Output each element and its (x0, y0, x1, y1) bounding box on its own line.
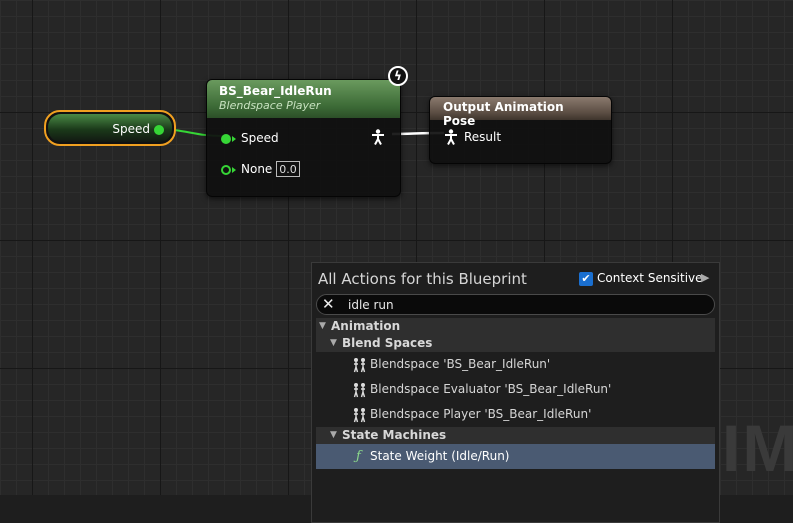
action-search-box[interactable]: ✕ (316, 294, 715, 315)
pose-output-pin-icon[interactable] (371, 129, 385, 145)
list-item[interactable]: Blendspace 'BS_Bear_IdleRun' (316, 352, 715, 377)
context-sensitive-toggle[interactable]: ✔ Context Sensitive ▶ (579, 271, 711, 287)
none-input-label: None (241, 162, 273, 176)
blendspace-icon (353, 358, 366, 373)
speed-variable-body: Speed (48, 114, 172, 142)
chevron-down-icon[interactable]: ▼ (330, 335, 337, 352)
blendspace-node-subtitle: Blendspace Player (219, 99, 321, 112)
list-item-label: Blendspace Player 'BS_Bear_IdleRun' (370, 407, 592, 421)
lightning-icon[interactable]: ϟ (388, 66, 408, 86)
speed-input-label: Speed (241, 131, 279, 145)
checkmark-icon[interactable]: ✔ (579, 272, 593, 286)
blendspace-icon (353, 383, 366, 398)
blendspace-player-node[interactable]: BS_Bear_IdleRun Blendspace Player Speed … (206, 79, 401, 197)
blendspace-icon (353, 408, 366, 423)
function-icon: ƒ (356, 449, 361, 464)
action-search-input[interactable] (348, 296, 688, 313)
speed-variable-node[interactable]: Speed (44, 110, 176, 146)
list-item[interactable]: Blendspace Evaluator 'BS_Bear_IdleRun' (316, 377, 715, 402)
speed-variable-label: Speed (112, 122, 150, 136)
context-sensitive-label: Context Sensitive (597, 271, 703, 285)
output-node-title: Output Animation Pose (430, 97, 611, 128)
result-pose-pin-icon[interactable] (444, 129, 458, 145)
none-input-pin[interactable] (221, 165, 231, 175)
category-state-machines[interactable]: ▼ State Machines (316, 427, 715, 444)
list-item[interactable]: Blendspace Player 'BS_Bear_IdleRun' (316, 402, 715, 427)
category-blend-spaces-label: Blend Spaces (342, 336, 433, 350)
speed-output-pin[interactable] (154, 125, 164, 135)
none-input-arrow-icon (232, 167, 236, 173)
list-item-label: Blendspace 'BS_Bear_IdleRun' (370, 357, 551, 371)
chevron-down-icon[interactable]: ▼ (330, 427, 337, 444)
speed-input-arrow-icon (232, 136, 236, 142)
action-menu-title: All Actions for this Blueprint (318, 270, 527, 288)
chevron-down-icon[interactable]: ▼ (319, 318, 326, 335)
graph-watermark: IMA (722, 411, 793, 485)
list-item-label: State Weight (Idle/Run) (370, 449, 510, 463)
blendspace-node-title: BS_Bear_IdleRun (219, 84, 332, 98)
category-animation-label: Animation (331, 319, 401, 333)
speed-input-pin[interactable] (221, 134, 231, 144)
action-menu[interactable]: All Actions for this Blueprint ✔ Context… (311, 262, 720, 523)
none-value-field[interactable]: 0.0 (276, 161, 300, 177)
result-pin-label: Result (464, 130, 502, 144)
close-icon[interactable]: ✕ (322, 296, 335, 313)
blendspace-node-header: BS_Bear_IdleRun Blendspace Player (207, 80, 400, 118)
list-item-label: Blendspace Evaluator 'BS_Bear_IdleRun' (370, 382, 612, 396)
action-tree[interactable]: ▼ Animation ▼ Blend Spaces Blendspace 'B… (316, 318, 715, 522)
list-item-selected[interactable]: ƒ State Weight (Idle/Run) (316, 444, 715, 469)
category-state-machines-label: State Machines (342, 428, 447, 442)
category-blend-spaces[interactable]: ▼ Blend Spaces (316, 335, 715, 352)
chevron-right-icon[interactable]: ▶ (701, 271, 709, 284)
output-animation-pose-node[interactable]: Output Animation Pose Result (429, 96, 612, 164)
category-animation[interactable]: ▼ Animation (316, 318, 715, 335)
